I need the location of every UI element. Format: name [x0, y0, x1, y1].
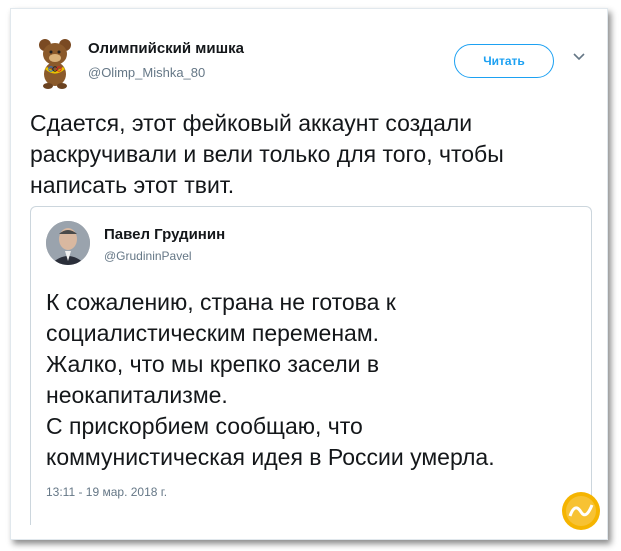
quoted-tweet-text: К сожалению, страна не готова к социалис…: [46, 289, 495, 470]
quoted-tweet[interactable]: Павел Грудинин @GrudininPavel К сожалени…: [30, 206, 592, 525]
follow-button[interactable]: Читать: [454, 44, 554, 78]
timestamp[interactable]: 13:11 - 19 мар. 2018 г.: [46, 485, 167, 499]
tweet-header: Олимпийский мишка @Olimp_Mishka_80 Читат…: [30, 36, 605, 96]
quoted-user-handle[interactable]: @GrudininPavel: [104, 249, 192, 263]
tweet-text: Сдается, этот фейковый аккаунт создали р…: [30, 110, 504, 198]
olympic-bear-icon[interactable]: [30, 36, 80, 90]
user-handle[interactable]: @Olimp_Mishka_80: [88, 65, 205, 80]
logo-icon: [562, 492, 600, 530]
portrait-icon: [46, 221, 90, 265]
avatar[interactable]: [46, 221, 90, 265]
display-name[interactable]: Олимпийский мишка: [88, 40, 244, 57]
chevron-down-icon[interactable]: [572, 52, 586, 62]
quoted-display-name[interactable]: Павел Грудинин: [104, 226, 225, 243]
